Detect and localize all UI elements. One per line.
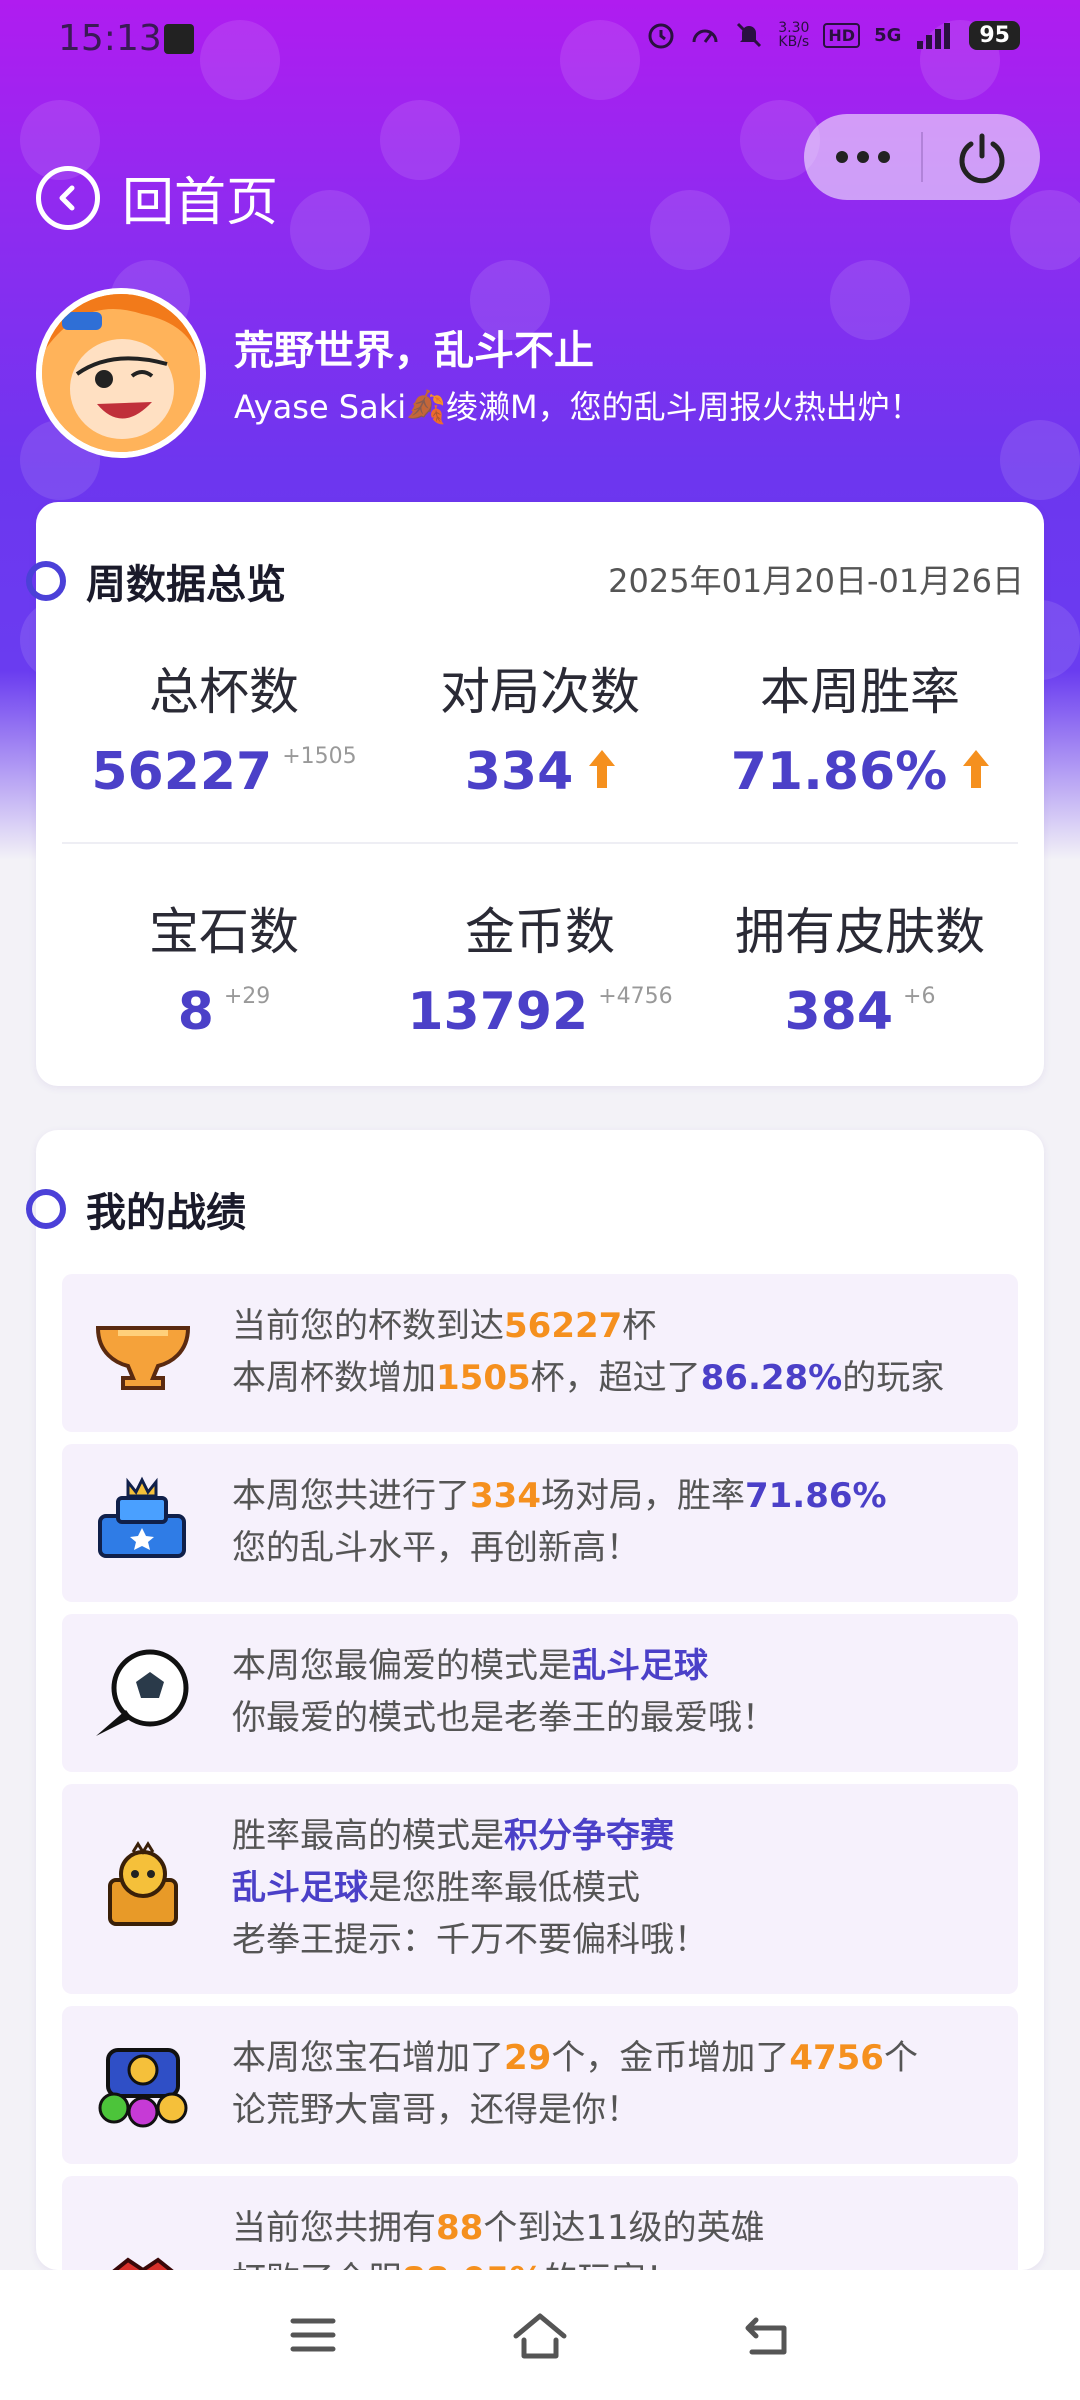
status-bar: 15:13 3.30 KB/s HD 5G 95 (0, 0, 1080, 84)
hd-badge: HD (823, 22, 861, 48)
mute-icon (737, 22, 762, 48)
home-icon (513, 2313, 567, 2359)
avatar (36, 288, 206, 458)
soccer-ball-icon (96, 1649, 189, 1736)
stat-label: 宝石数 (149, 903, 299, 961)
status-time: 15:13 (58, 18, 162, 59)
record-text: 当前您的杯数到达56227杯 本周杯数增加1505杯，超过了86.28%的玩家 (232, 1306, 945, 1398)
stat-gems: 宝石数 8 +29 (64, 892, 384, 1042)
speed-icon (692, 29, 718, 43)
greeting-subtitle: Ayase Saki🍂绫濑M，您的乱斗周报火热出炉！ (234, 388, 922, 426)
trophy-icon (95, 1326, 191, 1390)
more-icon (835, 151, 890, 163)
battery-indicator: 95 (969, 20, 1020, 50)
stat-label: 金币数 (465, 903, 615, 961)
close-button[interactable] (923, 114, 1040, 200)
mini-program-capsule (804, 114, 1040, 200)
record-gems-coins: 本周您宝石增加了29个，金币增加了4756个 论荒野大富哥，还得是你！ (62, 2006, 1018, 2164)
record-favorite-mode: 本周您最偏爱的模式是乱斗足球 你最爱的模式也是老拳王的最爱哦！ (62, 1614, 1018, 1772)
stat-value: 56227 (91, 742, 273, 802)
stat-matches: 对局次数 334 (380, 652, 700, 802)
net-speed: 3.30 KB/s (778, 20, 810, 50)
home-button[interactable] (500, 2295, 580, 2375)
back-home-label: 回首页 (122, 173, 279, 233)
app-notification-icon (164, 24, 194, 54)
stat-delta: +6 (903, 984, 936, 1009)
record-text: 本周您宝石增加了29个，金币增加了4756个 论荒野大富哥，还得是你！ (232, 2038, 918, 2130)
status-icons: 3.30 KB/s HD 5G 95 (646, 20, 1020, 50)
up-arrow-icon (963, 750, 990, 788)
power-icon (959, 133, 1004, 184)
battle-crown-icon (98, 1476, 186, 1558)
stat-winrate: 本周胜率 71.86% (700, 652, 1020, 802)
section-ring-icon (26, 561, 66, 601)
menu-icon (290, 2318, 336, 2352)
stat-coins: 金币数 13792 +4756 (380, 892, 700, 1042)
stat-skins: 拥有皮肤数 384 +6 (700, 892, 1020, 1042)
stat-value: 8 (177, 982, 214, 1042)
stat-label: 总杯数 (149, 663, 299, 721)
section-ring-icon (26, 1189, 66, 1229)
alarm-icon (648, 23, 674, 49)
return-button[interactable] (727, 2295, 807, 2375)
stat-value: 334 (464, 742, 574, 802)
more-button[interactable] (804, 114, 921, 200)
up-arrow-icon (589, 750, 616, 788)
stat-trophies: 总杯数 56227 +1505 (64, 652, 384, 802)
stats-divider (62, 842, 1018, 844)
stat-delta: +29 (223, 984, 271, 1009)
stat-label: 本周胜率 (760, 663, 960, 721)
record-mode-winrate: 胜率最高的模式是积分争夺赛 乱斗足球是您胜率最低模式 老拳王提示：千万不要偏科哦… (62, 1784, 1018, 1994)
stat-label: 对局次数 (440, 663, 640, 721)
record-text: 本周您共进行了334场对局，胜率71.86% 您的乱斗水平，再创新高！ (232, 1476, 887, 1568)
return-icon (745, 2317, 787, 2355)
record-text: 胜率最高的模式是积分争夺赛 乱斗足球是您胜率最低模式 老拳王提示：千万不要偏科哦… (232, 1816, 708, 1960)
gems-coins-icon (98, 2048, 188, 2128)
greeting-title: 荒野世界，乱斗不止 (234, 328, 594, 374)
system-nav-bar (0, 2270, 1080, 2400)
back-chevron-icon (36, 165, 100, 230)
date-range: 2025年01月20日-01月26日 (608, 562, 1024, 600)
stat-value: 13792 (407, 982, 589, 1042)
ranked-brawler-icon (108, 1841, 178, 1926)
record-matches: 本周您共进行了334场对局，胜率71.86% 您的乱斗水平，再创新高！ (62, 1444, 1018, 1602)
record-text: 本周您最偏爱的模式是乱斗足球 你最爱的模式也是老拳王的最爱哦！ (232, 1646, 776, 1738)
stat-value: 71.86% (730, 742, 948, 802)
records-header: 我的战绩 (26, 1180, 246, 1238)
back-home-button[interactable]: 回首页 (36, 160, 278, 235)
summary-title: 周数据总览 (86, 562, 286, 608)
record-trophies: 当前您的杯数到达56227杯 本周杯数增加1505杯，超过了86.28%的玩家 (62, 1274, 1018, 1432)
signal-icon (917, 23, 951, 49)
menu-button[interactable] (273, 2295, 353, 2375)
stat-delta: +1505 (282, 744, 357, 769)
brawler-portrait (42, 294, 200, 452)
stat-label: 拥有皮肤数 (735, 903, 985, 961)
stat-delta: +4756 (598, 984, 673, 1009)
stat-value: 384 (784, 982, 894, 1042)
records-title: 我的战绩 (86, 1190, 246, 1236)
summary-header: 周数据总览 (26, 552, 286, 610)
signal-label: 5G (874, 24, 902, 46)
